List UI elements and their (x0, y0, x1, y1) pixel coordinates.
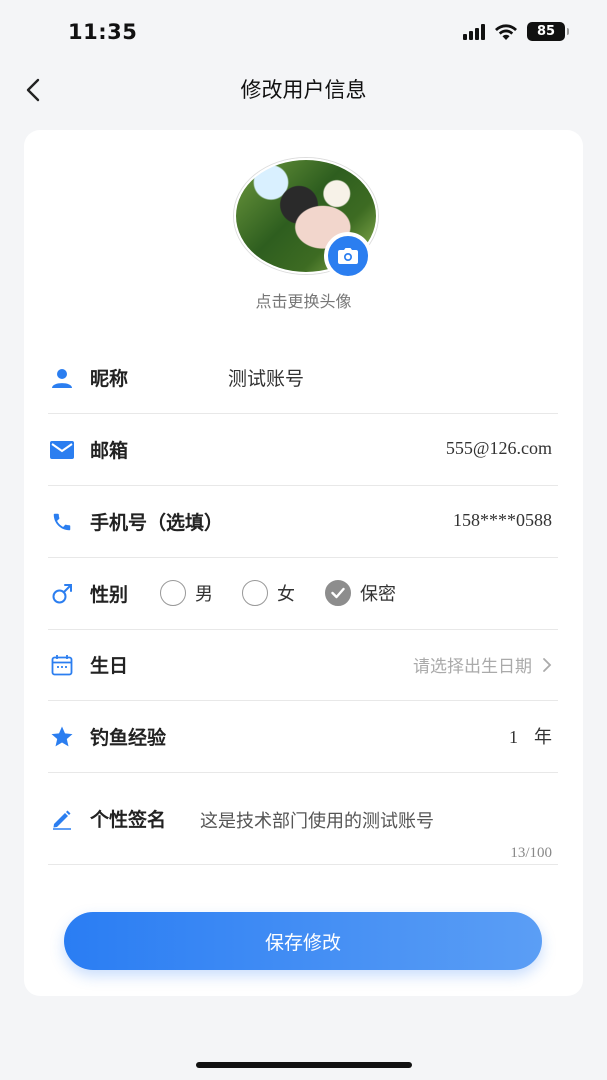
battery-icon: 85 (527, 22, 569, 41)
nickname-input[interactable]: 测试账号 (228, 364, 304, 391)
calendar-icon (50, 653, 74, 677)
status-bar: 11:35 85 (0, 0, 607, 66)
signature-label: 个性签名 (90, 809, 167, 831)
signature-char-counter: 13/100 (510, 845, 552, 861)
camera-icon (338, 248, 358, 264)
user-icon (50, 366, 74, 390)
home-indicator (196, 1062, 412, 1068)
birthday-placeholder: 请选择出生日期 (413, 657, 532, 677)
cellular-signal-icon (463, 23, 485, 40)
email-label: 邮箱 (90, 440, 129, 462)
gender-option-label: 女 (277, 584, 295, 605)
camera-button[interactable] (324, 232, 372, 280)
radio-unchecked-icon (160, 580, 186, 606)
nickname-row: 昵称 测试账号 (48, 342, 558, 414)
avatar-upload[interactable] (234, 158, 378, 280)
gender-label: 性别 (90, 584, 129, 606)
male-symbol-icon (50, 582, 74, 606)
signature-row: 个性签名 这是技术部门使用的测试账号 13/100 (48, 773, 558, 865)
navigation-bar: 修改用户信息 (0, 66, 607, 114)
email-field[interactable]: 555@126.com (446, 438, 552, 459)
phone-label: 手机号（选填） (90, 512, 224, 534)
phone-icon (50, 510, 74, 534)
birthday-picker[interactable]: 请选择出生日期 (413, 652, 552, 677)
phone-field[interactable]: 158****0588 (453, 510, 552, 531)
chevron-right-icon (543, 657, 552, 672)
birthday-row: 生日 请选择出生日期 (48, 629, 558, 701)
birthday-label: 生日 (90, 655, 129, 677)
experience-unit: 年 (534, 727, 552, 748)
experience-field[interactable]: 1 年 (509, 723, 552, 749)
save-button[interactable]: 保存修改 (64, 912, 542, 970)
nickname-label: 昵称 (90, 368, 129, 390)
radio-unchecked-icon (242, 580, 268, 606)
gender-option-female[interactable]: 女 (242, 580, 295, 606)
avatar-hint: 点击更换头像 (255, 292, 352, 311)
email-row: 邮箱 555@126.com (48, 414, 558, 486)
wifi-icon (495, 23, 517, 40)
edit-pen-icon (50, 807, 74, 831)
star-icon (50, 725, 74, 749)
mail-icon (50, 438, 74, 462)
experience-value: 1 (509, 727, 518, 747)
status-icons: 85 (463, 22, 569, 41)
experience-row: 钓鱼经验 1 年 (48, 701, 558, 773)
gender-option-label: 男 (195, 584, 213, 605)
gender-option-secret[interactable]: 保密 (325, 580, 396, 606)
gender-row: 性别 男 女 保密 (48, 558, 558, 630)
gender-option-label: 保密 (360, 584, 396, 605)
phone-row: 手机号（选填） 158****0588 (48, 486, 558, 558)
checkmark-icon (325, 580, 351, 606)
experience-label: 钓鱼经验 (90, 727, 167, 749)
page-title: 修改用户信息 (240, 78, 367, 102)
gender-option-male[interactable]: 男 (160, 580, 213, 606)
signature-input[interactable]: 这是技术部门使用的测试账号 (200, 807, 550, 833)
status-time: 11:35 (68, 20, 138, 44)
profile-form-card: 点击更换头像 昵称 测试账号 邮箱 555@126.com 手机号（选填） 15… (24, 130, 583, 996)
